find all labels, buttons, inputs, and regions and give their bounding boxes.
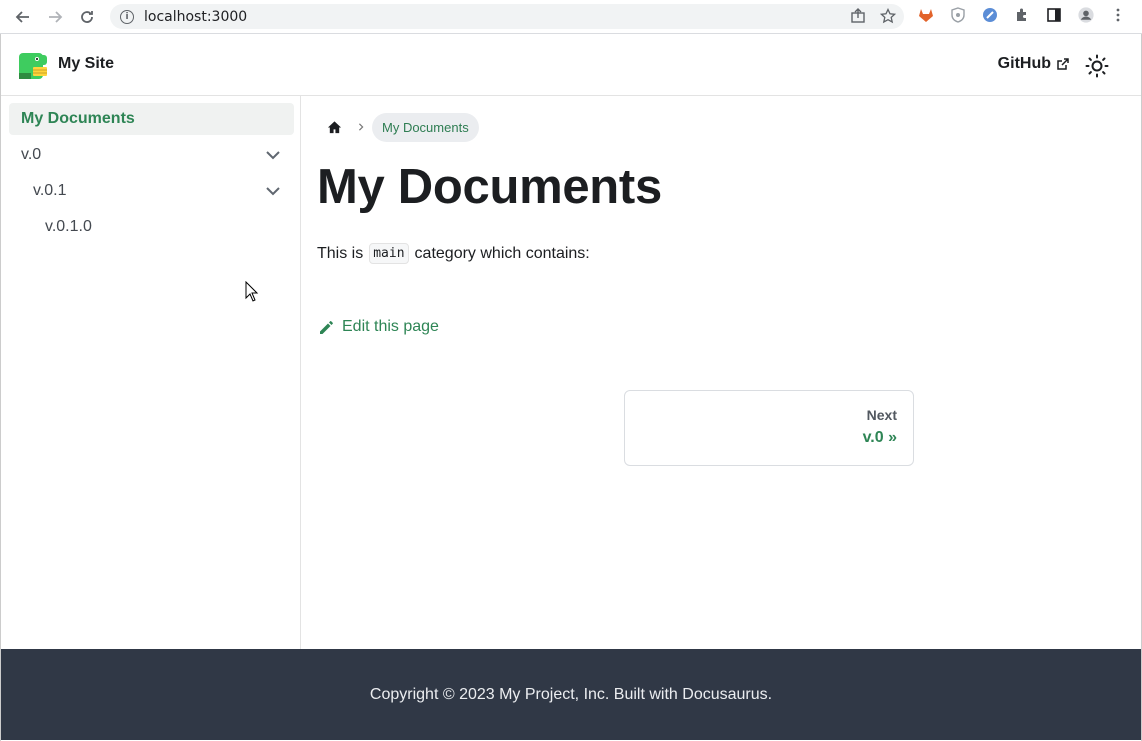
- address-bar[interactable]: i localhost:3000: [110, 4, 904, 29]
- url-text[interactable]: localhost:3000: [144, 9, 247, 25]
- dinosaur-logo-icon[interactable]: [17, 51, 49, 81]
- site-brand[interactable]: My Site: [58, 55, 114, 73]
- breadcrumb: My Documents: [318, 111, 479, 143]
- sidebar-item-label[interactable]: v.0.1: [33, 182, 67, 200]
- page-description: This is main category which contains:: [317, 243, 590, 264]
- site-footer: Copyright © 2023 My Project, Inc. Built …: [1, 649, 1141, 740]
- gitlab-extension-icon[interactable]: [916, 5, 936, 25]
- edit-label[interactable]: Edit this page: [342, 318, 439, 336]
- doc-content: My Documents My Documents This is main c…: [302, 96, 1140, 649]
- inline-code: main: [369, 243, 409, 264]
- page-title: My Documents: [317, 160, 662, 214]
- sidebar-item-label[interactable]: v.0: [21, 146, 41, 164]
- browser-toolbar: i localhost:3000: [0, 0, 1142, 34]
- share-icon[interactable]: [850, 8, 866, 29]
- github-link[interactable]: GitHub: [998, 55, 1069, 73]
- github-label[interactable]: GitHub: [998, 55, 1051, 73]
- bookmark-star-icon[interactable]: [879, 7, 897, 29]
- forward-arrow-icon[interactable]: [44, 6, 66, 28]
- external-link-icon: [1057, 57, 1069, 70]
- side-panel-icon[interactable]: [1044, 5, 1064, 25]
- pencil-icon: [320, 321, 333, 334]
- reload-icon[interactable]: [76, 6, 98, 28]
- chevron-right-icon: [354, 120, 368, 134]
- sidebar-item-v010[interactable]: v.0.1.0: [45, 211, 281, 243]
- extensions-puzzle-icon[interactable]: [1012, 5, 1032, 25]
- blue-extension-icon[interactable]: [980, 5, 1000, 25]
- docs-sidebar: My Documents v.0 v.0.1 v.0.1.0: [1, 96, 301, 649]
- breadcrumb-current: My Documents: [372, 112, 479, 142]
- chevron-down-icon[interactable]: [265, 147, 281, 163]
- site-info-icon[interactable]: i: [120, 9, 134, 24]
- sidebar-item-v01[interactable]: v.0.1: [33, 175, 281, 207]
- edit-this-page-link[interactable]: Edit this page: [318, 318, 439, 336]
- sidebar-item-label[interactable]: v.0.1.0: [45, 218, 92, 236]
- profile-avatar-icon[interactable]: [1076, 5, 1096, 25]
- chevron-down-icon[interactable]: [265, 183, 281, 199]
- pagination-sublabel: Next: [866, 407, 897, 423]
- sidebar-item-label[interactable]: My Documents: [21, 110, 135, 128]
- shield-extension-icon[interactable]: [948, 5, 968, 25]
- mouse-cursor-icon: [245, 281, 259, 302]
- pagination-label[interactable]: v.0 »: [641, 429, 897, 447]
- back-arrow-icon[interactable]: [12, 6, 34, 28]
- site-navbar: My Site GitHub: [1, 35, 1141, 96]
- sun-theme-toggle-icon[interactable]: [1085, 54, 1109, 78]
- pagination-next-card[interactable]: Next v.0 »: [624, 390, 914, 466]
- sidebar-item-v0[interactable]: v.0: [21, 139, 281, 171]
- description-text-after: category which contains:: [414, 244, 590, 262]
- description-text-before: This is: [317, 244, 364, 262]
- home-icon[interactable]: [318, 111, 350, 143]
- sidebar-item-my-documents[interactable]: My Documents: [9, 103, 294, 135]
- kebab-menu-icon[interactable]: [1108, 5, 1128, 25]
- footer-copyright: Copyright © 2023 My Project, Inc. Built …: [369, 685, 773, 703]
